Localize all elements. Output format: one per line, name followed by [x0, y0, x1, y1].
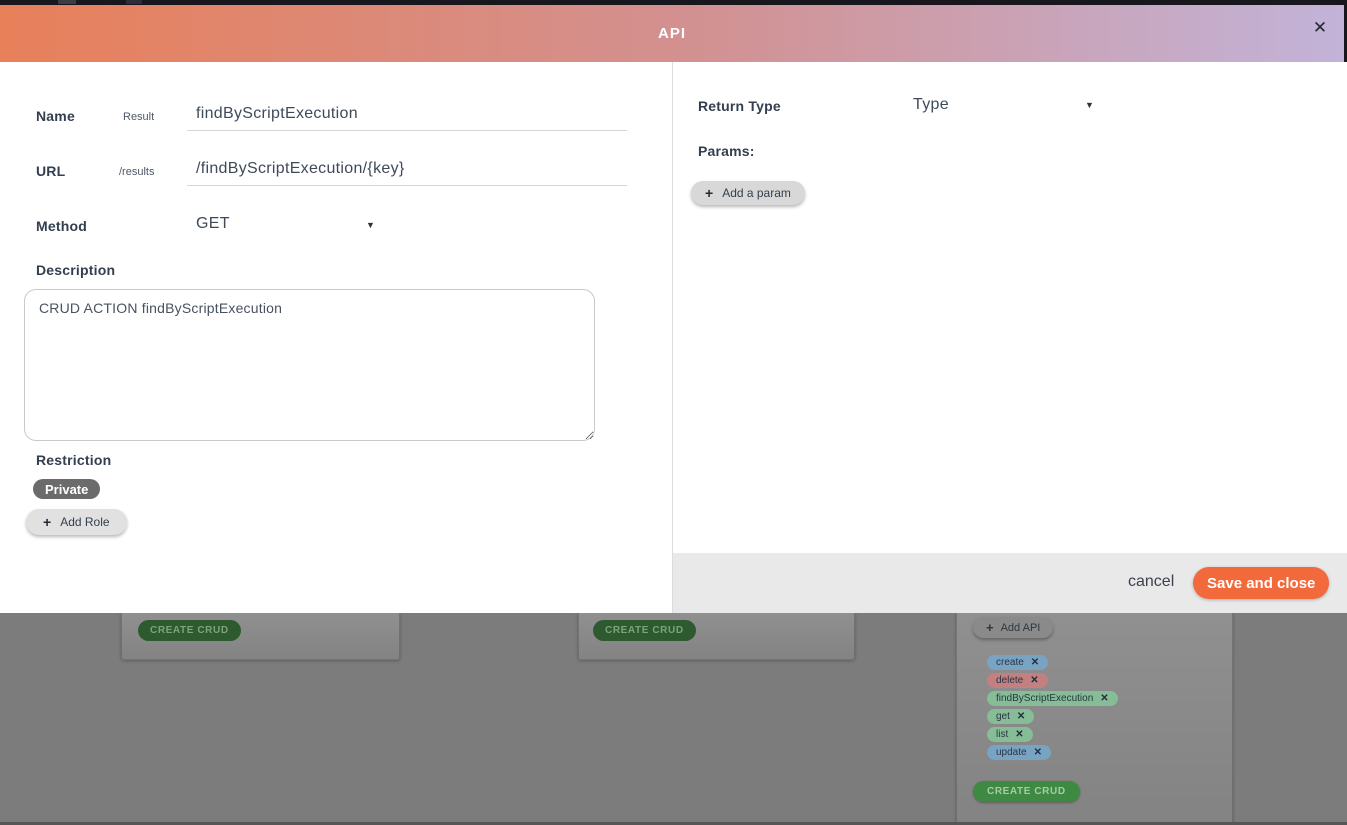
api-tag: findByScriptExecution ✕ [987, 691, 1118, 706]
method-label: Method [36, 218, 87, 234]
remove-icon: ✕ [1033, 747, 1042, 758]
chevron-down-icon[interactable]: ▼ [366, 220, 375, 230]
modal-header: API [0, 5, 1344, 62]
api-tag-label: list [996, 729, 1009, 740]
chevron-down-icon[interactable]: ▼ [1085, 100, 1094, 110]
url-hint: /results [119, 166, 155, 178]
create-crud-button: CREATE CRUD [138, 620, 241, 641]
params-label: Params: [698, 143, 755, 159]
cancel-button[interactable]: cancel [1128, 573, 1174, 591]
plus-icon: + [705, 185, 714, 201]
description-textarea[interactable]: CRUD ACTION findByScriptExecution [24, 289, 595, 441]
remove-icon: ✕ [1030, 675, 1039, 686]
panel-divider [672, 62, 673, 613]
url-input[interactable] [187, 158, 627, 186]
name-input[interactable] [187, 103, 627, 131]
add-role-label: Add Role [60, 515, 110, 529]
close-icon[interactable]: ✕ [1306, 15, 1334, 41]
restriction-label: Restriction [36, 452, 112, 468]
plus-icon: + [43, 514, 52, 530]
private-badge[interactable]: Private [33, 479, 101, 499]
background-card: CREATE CRUD [578, 613, 855, 660]
create-crud-button: CREATE CRUD [593, 620, 696, 641]
add-role-button[interactable]: + Add Role [26, 509, 127, 535]
return-type-select[interactable]: Type [913, 96, 949, 114]
save-and-close-button[interactable]: Save and close [1193, 567, 1330, 599]
background-api-card: + Add API create ✕ delete ✕ findByScript… [956, 613, 1233, 825]
add-param-button[interactable]: + Add a param [691, 181, 805, 205]
description-label: Description [36, 262, 116, 278]
return-type-label: Return Type [698, 98, 781, 114]
api-tag: delete ✕ [987, 673, 1048, 688]
screen: CREATE CRUD CREATE CRUD + Add API create… [0, 0, 1347, 825]
url-label: URL [36, 163, 66, 179]
topbar-remnant [58, 0, 76, 4]
remove-icon: ✕ [1016, 711, 1026, 722]
create-crud-button: CREATE CRUD [973, 781, 1080, 802]
api-tag: update ✕ [987, 745, 1051, 760]
plus-icon: + [986, 620, 994, 635]
add-api-label: Add API [1000, 621, 1041, 634]
api-tag-list: create ✕ delete ✕ findByScriptExecution … [987, 655, 1118, 760]
add-api-button: + Add API [973, 617, 1054, 638]
api-tag-label: get [996, 711, 1010, 722]
api-tag: list ✕ [987, 727, 1033, 742]
api-tag-label: update [996, 747, 1027, 758]
api-tag: create ✕ [987, 655, 1049, 670]
api-tag-label: create [996, 657, 1024, 668]
api-tag-label: findByScriptExecution [996, 693, 1094, 704]
background-card: CREATE CRUD [121, 613, 400, 660]
modal-title: API [657, 25, 686, 42]
api-tag-label: delete [996, 675, 1024, 686]
remove-icon: ✕ [1100, 693, 1109, 704]
topbar-remnant [126, 0, 142, 4]
remove-icon: ✕ [1030, 657, 1040, 668]
name-label: Name [36, 108, 75, 124]
remove-icon: ✕ [1015, 729, 1024, 740]
add-param-label: Add a param [722, 186, 791, 200]
api-tag: get ✕ [987, 709, 1035, 724]
name-hint: Result [123, 111, 155, 123]
method-select[interactable]: GET [196, 215, 230, 233]
